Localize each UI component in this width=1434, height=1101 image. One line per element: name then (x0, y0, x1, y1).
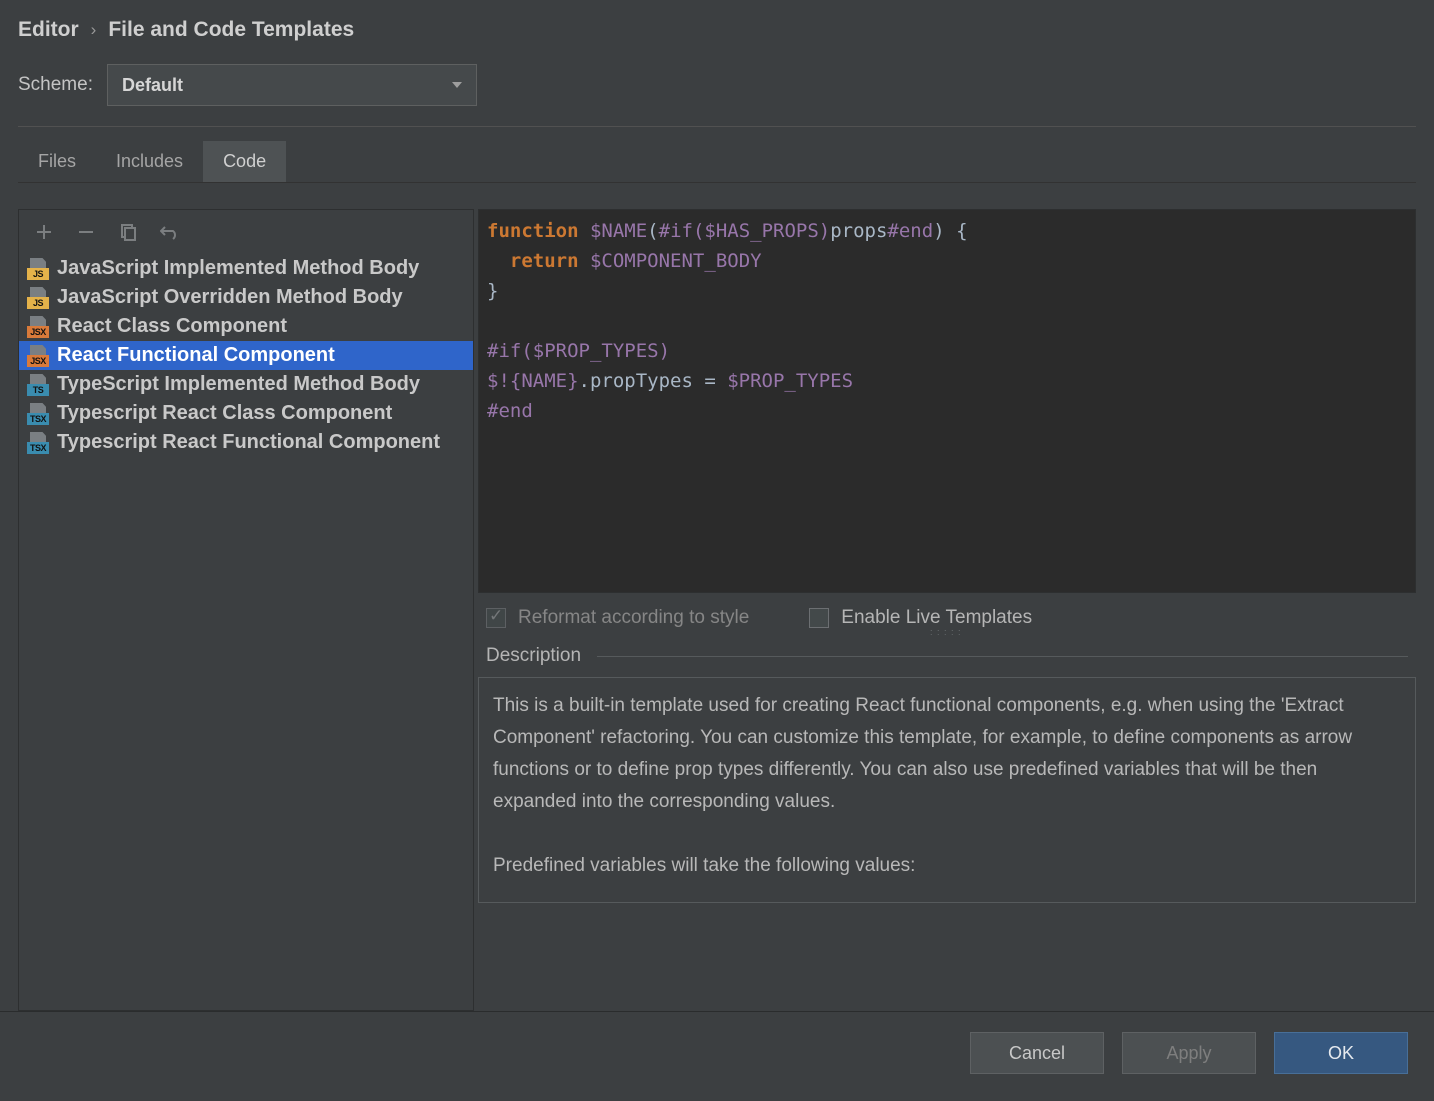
template-item[interactable]: JS JavaScript Overridden Method Body (19, 283, 473, 312)
template-item-label: TypeScript Implemented Method Body (57, 373, 420, 396)
reformat-checkbox-input (486, 608, 506, 628)
tab-code[interactable]: Code (203, 141, 286, 182)
ok-button[interactable]: OK (1274, 1032, 1408, 1074)
template-item[interactable]: TS TypeScript Implemented Method Body (19, 370, 473, 399)
template-list[interactable]: JS JavaScript Implemented Method Body JS Ja… (19, 254, 473, 1010)
template-item-label: Typescript React Functional Component (57, 431, 440, 454)
description-box: This is a built-in template used for cre… (478, 677, 1416, 903)
template-item-label: React Class Component (57, 315, 287, 338)
breadcrumb-current: File and Code Templates (108, 18, 354, 42)
scheme-label: Scheme: (18, 74, 93, 96)
description-text: This is a built-in template used for cre… (493, 690, 1401, 818)
remove-icon[interactable] (75, 221, 97, 243)
tab-includes[interactable]: Includes (96, 141, 203, 182)
template-item[interactable]: TSX Typescript React Functional Component (19, 428, 473, 457)
template-toolbar (19, 210, 473, 254)
resize-grip-icon[interactable]: ⠿⠿ (478, 574, 479, 586)
divider (597, 656, 1408, 657)
breadcrumb-parent[interactable]: Editor (18, 18, 79, 42)
template-item-label: Typescript React Class Component (57, 402, 392, 425)
template-item-label: JavaScript Implemented Method Body (57, 257, 419, 280)
divider (18, 126, 1416, 127)
copy-icon[interactable] (117, 221, 139, 243)
template-item[interactable]: TSX Typescript React Class Component (19, 399, 473, 428)
scheme-select[interactable]: Default (107, 64, 477, 106)
description-text-2: Predefined variables will take the follo… (493, 850, 1401, 882)
ts-file-icon: TS (27, 374, 49, 396)
apply-button[interactable]: Apply (1122, 1032, 1256, 1074)
jsx-file-icon: JSX (27, 345, 49, 367)
template-item[interactable]: JS JavaScript Implemented Method Body (19, 254, 473, 283)
tsx-file-icon: TSX (27, 432, 49, 454)
template-list-pane: JS JavaScript Implemented Method Body JS Ja… (18, 209, 474, 1011)
js-file-icon: JS (27, 287, 49, 309)
js-file-icon: JS (27, 258, 49, 280)
live-templates-checkbox[interactable]: Enable Live Templates (809, 607, 1032, 629)
template-item[interactable]: JSX React Functional Component (19, 341, 473, 370)
template-item[interactable]: JSX React Class Component (19, 312, 473, 341)
chevron-right-icon: › (91, 20, 97, 40)
tsx-file-icon: TSX (27, 403, 49, 425)
template-item-label: React Functional Component (57, 344, 335, 367)
tabs: Files Includes Code (18, 141, 1416, 183)
live-templates-checkbox-input[interactable] (809, 608, 829, 628)
template-item-label: JavaScript Overridden Method Body (57, 286, 403, 309)
template-code-editor[interactable]: function $NAME(#if($HAS_PROPS)props#end)… (478, 209, 1416, 593)
tab-files[interactable]: Files (18, 141, 96, 182)
dropdown-arrow-icon (452, 82, 462, 88)
resize-grip-h-icon[interactable]: : : : : : (930, 627, 962, 637)
breadcrumb: Editor › File and Code Templates (18, 18, 1416, 42)
reformat-checkbox: Reformat according to style (486, 607, 749, 629)
scheme-value: Default (122, 75, 183, 96)
dialog-footer: Cancel Apply OK (0, 1011, 1434, 1101)
description-label: Description (486, 645, 581, 667)
cancel-button[interactable]: Cancel (970, 1032, 1104, 1074)
undo-icon[interactable] (159, 221, 181, 243)
jsx-file-icon: JSX (27, 316, 49, 338)
add-icon[interactable] (33, 221, 55, 243)
